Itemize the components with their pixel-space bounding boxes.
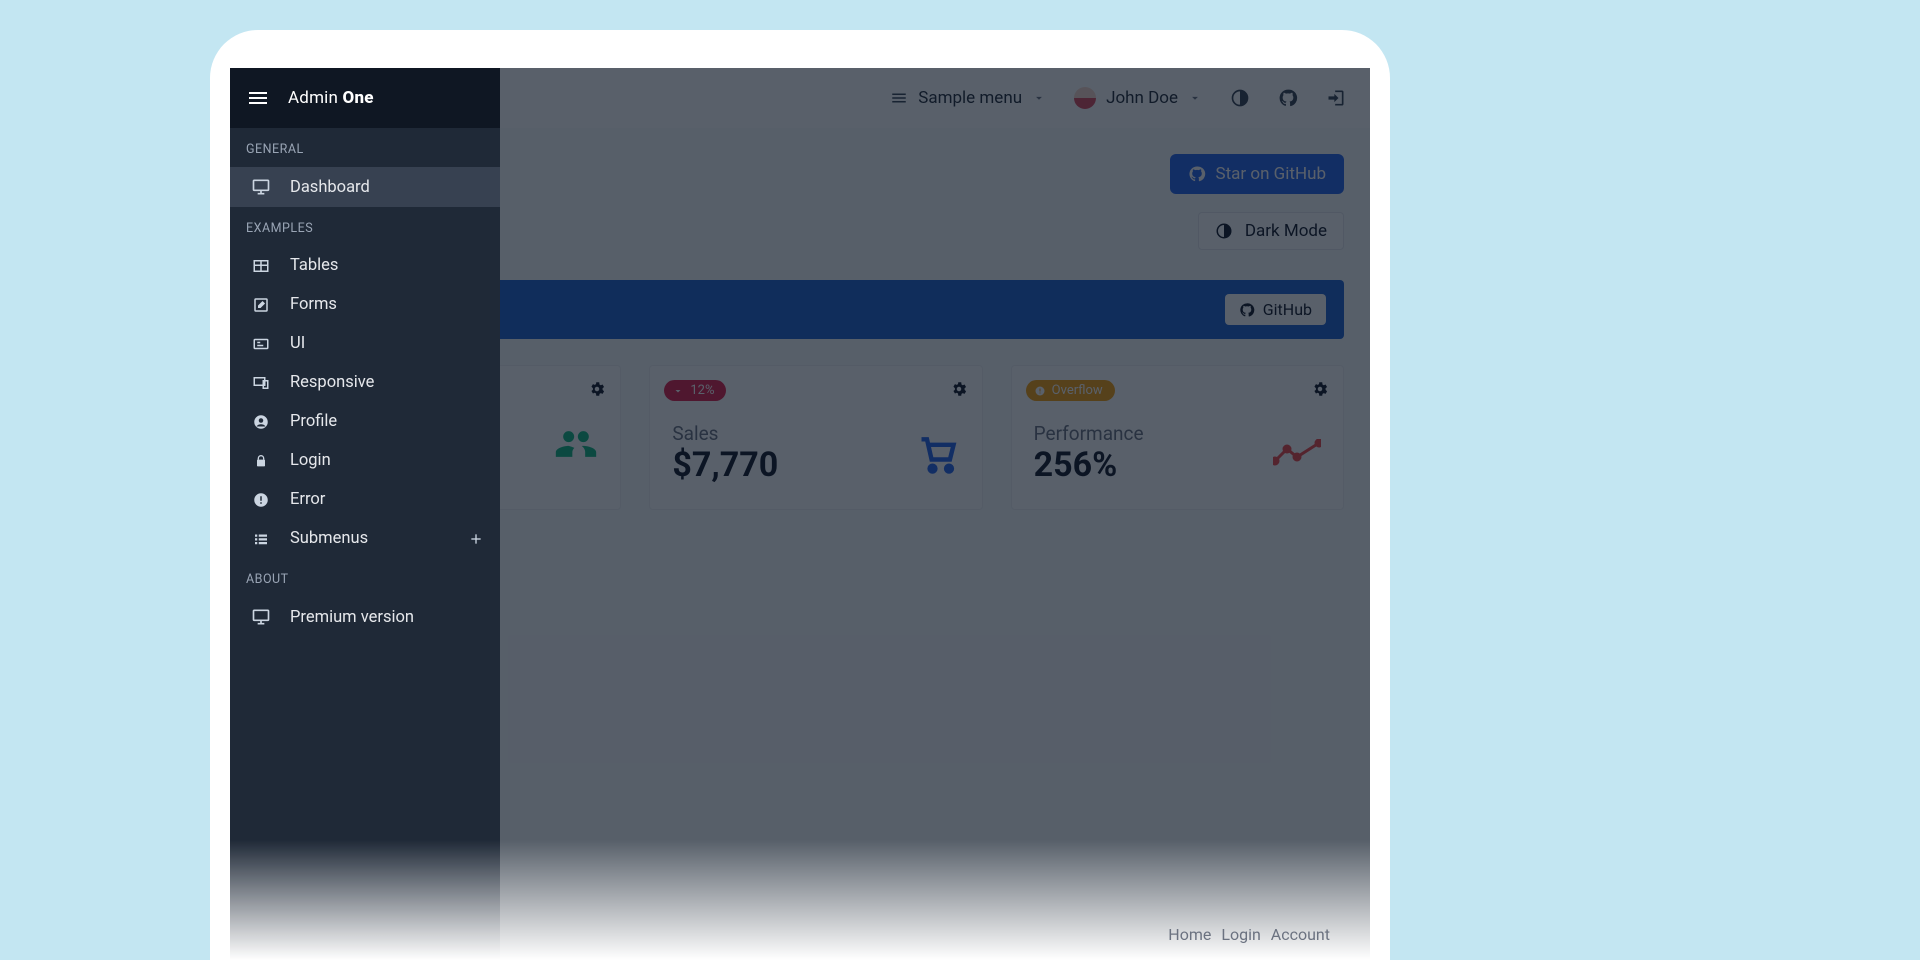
menu-icon xyxy=(890,89,908,107)
sidebar-item-label: Profile xyxy=(290,412,484,431)
github-icon xyxy=(1188,165,1206,183)
trend-value: 12% xyxy=(690,383,714,398)
banner-github-button[interactable]: GitHub xyxy=(1225,294,1326,325)
card-value: 256% xyxy=(1034,445,1144,485)
stat-card-sales: 12% Sales $7,770 xyxy=(649,365,982,510)
sample-menu-dropdown[interactable]: Sample menu xyxy=(890,88,1046,108)
alert-circle-icon xyxy=(250,491,272,509)
sidebar-item-error[interactable]: Error xyxy=(230,480,500,519)
dark-mode-label: Dark Mode xyxy=(1245,221,1327,241)
sidebar-item-label: Error xyxy=(290,490,484,509)
sidebar-item-label: Submenus xyxy=(290,529,450,548)
github-icon[interactable] xyxy=(1278,88,1298,108)
theme-icon[interactable] xyxy=(1230,88,1250,108)
lock-icon xyxy=(250,452,272,470)
banner-github-label: GitHub xyxy=(1263,300,1312,319)
sidebar-item-premium[interactable]: Premium version xyxy=(230,597,500,637)
monitor-icon xyxy=(250,607,272,627)
dark-mode-icon xyxy=(1215,222,1233,240)
cart-icon xyxy=(916,432,960,476)
sidebar-item-responsive[interactable]: Responsive xyxy=(230,363,500,402)
brand-second: One xyxy=(343,88,374,108)
card-label: Sales xyxy=(672,422,778,445)
footer-login[interactable]: Login xyxy=(1221,925,1260,944)
user-circle-icon xyxy=(250,413,272,431)
status-pill: Overflow xyxy=(1026,380,1115,401)
sidebar-item-dashboard[interactable]: Dashboard xyxy=(230,167,500,207)
trend-line-icon xyxy=(1273,439,1321,469)
sample-menu-label: Sample menu xyxy=(918,88,1022,108)
sidebar-item-tables[interactable]: Tables xyxy=(230,246,500,285)
gear-icon[interactable] xyxy=(950,380,968,398)
sidebar-item-label: Dashboard xyxy=(290,178,484,197)
plus-icon xyxy=(468,531,484,547)
monitor-icon xyxy=(250,177,272,197)
trend-pill: 12% xyxy=(664,380,726,401)
hamburger-icon[interactable] xyxy=(246,86,270,110)
sidebar-item-login[interactable]: Login xyxy=(230,441,500,480)
section-examples: EXAMPLES xyxy=(230,207,500,246)
chevron-down-icon xyxy=(1188,91,1202,105)
user-name: John Doe xyxy=(1106,88,1178,108)
brand-first: Admin xyxy=(288,88,338,108)
users-icon xyxy=(554,422,598,466)
devices-icon xyxy=(250,374,272,392)
sidebar-item-submenus[interactable]: Submenus xyxy=(230,519,500,558)
sidebar: Admin One GENERAL Dashboard EXAMPLES Tab… xyxy=(230,68,500,960)
edit-icon xyxy=(250,296,272,314)
status-label: Overflow xyxy=(1052,383,1103,398)
sidebar-item-label: Forms xyxy=(290,295,484,314)
footer-home[interactable]: Home xyxy=(1168,925,1211,944)
sidebar-item-label: Login xyxy=(290,451,484,470)
logout-icon[interactable] xyxy=(1326,88,1346,108)
card-value: $7,770 xyxy=(672,445,778,485)
list-icon xyxy=(250,530,272,548)
sidebar-item-ui[interactable]: UI xyxy=(230,324,500,363)
user-menu[interactable]: John Doe xyxy=(1074,87,1202,109)
brand: Admin One xyxy=(288,88,374,108)
star-on-github-label: Star on GitHub xyxy=(1216,164,1327,184)
section-about: ABOUT xyxy=(230,558,500,597)
chevron-down-icon xyxy=(1032,91,1046,105)
avatar xyxy=(1074,87,1096,109)
github-icon xyxy=(1239,302,1255,318)
sidebar-item-label: Tables xyxy=(290,256,484,275)
card-icon xyxy=(250,335,272,353)
sidebar-item-label: Responsive xyxy=(290,373,484,392)
footer-account[interactable]: Account xyxy=(1271,925,1330,944)
table-icon xyxy=(250,257,272,275)
stat-card-performance: Overflow Performance 256% xyxy=(1011,365,1344,510)
card-label: Performance xyxy=(1034,422,1144,445)
sidebar-item-forms[interactable]: Forms xyxy=(230,285,500,324)
dark-mode-toggle[interactable]: Dark Mode xyxy=(1198,212,1344,250)
gear-icon[interactable] xyxy=(1311,380,1329,398)
sidebar-item-label: Premium version xyxy=(290,608,484,627)
footer-links: Home Login Account xyxy=(1168,925,1330,944)
section-general: GENERAL xyxy=(230,128,500,167)
sidebar-item-profile[interactable]: Profile xyxy=(230,402,500,441)
gear-icon[interactable] xyxy=(588,380,606,398)
sidebar-item-label: UI xyxy=(290,334,484,353)
star-on-github-button[interactable]: Star on GitHub xyxy=(1170,154,1345,194)
